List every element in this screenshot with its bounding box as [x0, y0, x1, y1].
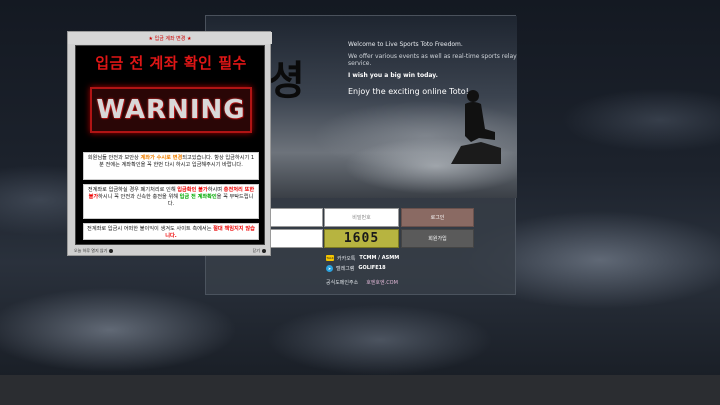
contact-info: TALK 카카오톡 TCMM / ASMM ➤ 텔레그램 GOLIFE18 공식…: [326, 253, 476, 287]
captcha-image: 1605: [324, 229, 399, 248]
login-button[interactable]: 로그인: [401, 208, 474, 227]
notice-message-1: 회원님들 안전과 보안상 계좌가 수시로 변경되고있습니다. 항상 입금하시기 …: [83, 152, 259, 180]
warning-banner: WARNING: [90, 87, 252, 133]
close-button[interactable]: 닫기: [253, 248, 266, 254]
address-value[interactable]: 호엔호엔.COM: [366, 279, 398, 286]
msg1-highlight: 계좌가 수시로 변경: [140, 155, 183, 161]
popup-title: ★ 입금 계좌 변경 ★: [68, 32, 272, 44]
popup-body: 입금 전 계좌 확인 필수 WARNING 회원님들 안전과 보안상 계좌가 수…: [75, 45, 265, 245]
hero-wish: I wish you a big win today.: [348, 72, 438, 79]
dont-show-today-label: 오늘 하루 열지 않기: [74, 248, 108, 253]
warning-text: WARNING: [96, 95, 246, 125]
brand-character: 셩: [268, 57, 305, 104]
radio-dot-icon: [262, 249, 266, 253]
msg2-part-a: 전계좌로 입금하실 경우 폐기처리로 인해: [87, 187, 178, 193]
address-row: 공식도메인주소 호엔호엔.COM: [326, 277, 476, 287]
hero-offer: We offer various events as well as real-…: [348, 53, 517, 67]
kakao-value: TCMM / ASMM: [359, 255, 400, 261]
hero-welcome: Welcome to Live Sports Toto Freedom.: [348, 41, 463, 48]
sitting-man-silhouette: [451, 90, 501, 164]
msg1-part-a: 회원님들 안전과 보안상: [87, 155, 141, 161]
password-input[interactable]: 비밀번호: [324, 208, 399, 227]
telegram-value: GOLIFE18: [358, 265, 386, 271]
close-label: 닫기: [252, 248, 260, 253]
kakao-row: TALK 카카오톡 TCMM / ASMM: [326, 253, 476, 263]
dont-show-today-button[interactable]: 오늘 하루 열지 않기: [74, 248, 114, 254]
kakaotalk-icon: TALK: [326, 255, 334, 261]
popup-footer: 오늘 하루 열지 않기 닫기: [68, 246, 272, 256]
msg2-part-e: 하시니 꼭 안전과 신속한 충전을 위해: [98, 194, 180, 200]
telegram-label: 텔레그램: [336, 265, 355, 272]
telegram-row: ➤ 텔레그램 GOLIFE18: [326, 263, 476, 273]
msg2-highlight-1: 입금확인 불가: [177, 187, 208, 193]
msg3-part-a: 전계좌로 입금시 어떠한 불이익이 생겨도 사이트 측에서는: [87, 226, 214, 232]
notice-message-2: 전계좌로 입금하실 경우 폐기처리로 인해 입금확인 불가하시며 충전처리 또한…: [83, 184, 259, 219]
bottom-bar: [0, 375, 720, 405]
radio-dot-icon: [109, 249, 114, 253]
msg2-part-c: 하시며: [207, 187, 224, 193]
msg2-highlight-3: 입금 전 계좌확인: [179, 194, 217, 200]
signup-button[interactable]: 회원가입: [401, 229, 474, 248]
kakao-label: 카카오톡: [337, 255, 356, 262]
address-label: 공식도메인주소: [326, 279, 359, 286]
notice-popup: ★ 입금 계좌 변경 ★ 입금 전 계좌 확인 필수 WARNING 회원님들 …: [67, 31, 272, 256]
notice-message-3: 전계좌로 입금시 어떠한 불이익이 생겨도 사이트 측에서는 절대 책임지지 않…: [83, 223, 259, 240]
popup-headline: 입금 전 계좌 확인 필수: [95, 54, 247, 72]
telegram-icon: ➤: [326, 264, 333, 272]
